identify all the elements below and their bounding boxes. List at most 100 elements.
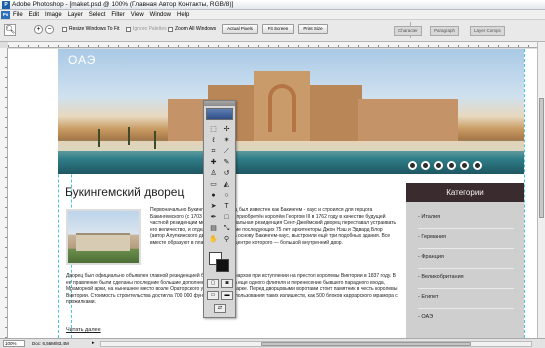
menu-items: File Edit Image Layer Select Filter View… <box>13 12 189 18</box>
history-brush-icon[interactable]: ↺ <box>220 168 233 179</box>
category-item[interactable]: - Италия <box>418 209 514 229</box>
slider-dots <box>408 161 482 170</box>
hotel-arch <box>268 84 296 132</box>
crop-tool-icon[interactable]: ⌗ <box>207 146 220 157</box>
category-item[interactable]: - ОАЭ <box>418 309 514 329</box>
menu-help[interactable]: Help <box>177 12 189 18</box>
menu-select[interactable]: Select <box>89 12 106 18</box>
brush-tool-icon[interactable]: ✎ <box>220 157 233 168</box>
horizontal-scrollbar[interactable] <box>100 341 532 347</box>
notes-tool-icon[interactable]: ▤ <box>207 223 220 234</box>
window-title: Adobe Photoshop - [maket.psd @ 100% (Гла… <box>12 1 234 8</box>
path-selection-icon[interactable]: ➤ <box>207 201 220 212</box>
zoom-all-windows-checkbox[interactable] <box>168 27 173 32</box>
category-item[interactable]: - Германия <box>418 229 514 249</box>
full-screen-icon[interactable]: ▬ <box>221 291 233 300</box>
vertical-ruler[interactable] <box>0 48 8 338</box>
dodge-tool-icon[interactable]: ○ <box>220 190 233 201</box>
pen-tool-icon[interactable]: ✒ <box>207 212 220 223</box>
standard-mode-icon[interactable]: ▢ <box>207 279 219 288</box>
fit-screen-button[interactable]: Fit Screen <box>262 24 294 34</box>
zoom-out-icon[interactable]: − <box>45 25 54 34</box>
paint-bucket-icon[interactable]: ◭ <box>220 179 233 190</box>
ps-logo-icon[interactable]: Ps <box>1 11 10 19</box>
palace-facade <box>76 233 130 251</box>
lasso-tool-icon[interactable]: ℓ <box>207 135 220 146</box>
tab-character[interactable]: Character <box>394 26 422 36</box>
resize-windows-label: Resize Windows To Fit <box>69 26 120 32</box>
category-list: - Италия - Германия - Франция - Великобр… <box>418 209 514 329</box>
eraser-tool-icon[interactable]: ▭ <box>207 179 220 190</box>
move-tool-icon[interactable]: ✢ <box>220 124 233 135</box>
tab-layer-comps[interactable]: Layer Comps <box>470 26 505 36</box>
eyedropper-icon[interactable]: ⤡ <box>220 223 233 234</box>
menu-edit[interactable]: Edit <box>29 12 39 18</box>
vertical-scroll-thumb[interactable] <box>539 98 544 218</box>
slider-dot[interactable] <box>447 161 456 170</box>
menu-layer[interactable]: Layer <box>68 12 83 18</box>
ignore-palettes-checkbox <box>126 27 131 32</box>
horizontal-ruler[interactable] <box>8 42 537 48</box>
slice-tool-icon[interactable]: ⟋ <box>220 146 233 157</box>
options-bar: 🔍︎ + − Resize Windows To Fit Ignore Pale… <box>0 20 545 42</box>
read-more-link[interactable]: Читать далее <box>66 327 101 333</box>
zoom-level-field[interactable]: 100% <box>3 340 25 347</box>
article-paragraph: Первоначально Букингемский дворец был из… <box>150 207 397 246</box>
guide-line[interactable] <box>524 49 525 338</box>
menu-filter[interactable]: Filter <box>111 12 124 18</box>
menu-file[interactable]: File <box>13 12 23 18</box>
menu-image[interactable]: Image <box>45 12 62 18</box>
category-item[interactable]: - Франция <box>418 249 514 269</box>
category-label: Египет <box>421 294 439 300</box>
adobe-feather-icon[interactable] <box>206 108 233 120</box>
marquee-tool-icon[interactable]: ⬚ <box>207 124 220 135</box>
resize-windows-checkbox[interactable] <box>62 27 67 32</box>
slider-dot[interactable] <box>421 161 430 170</box>
category-item[interactable]: - Египет <box>418 289 514 309</box>
category-item[interactable]: - Великобритания <box>418 269 514 289</box>
hand-tool-icon[interactable]: ✋ <box>207 234 220 245</box>
clone-stamp-icon[interactable]: ♙ <box>207 168 220 179</box>
type-tool-icon[interactable]: T <box>220 201 233 212</box>
photoshop-app-icon: P <box>2 1 10 9</box>
healing-brush-icon[interactable]: ✚ <box>207 157 220 168</box>
slider-dot[interactable] <box>473 161 482 170</box>
quick-mask-icon[interactable]: ◙ <box>221 279 233 288</box>
slider-dot[interactable] <box>408 161 417 170</box>
jump-to-imageready-icon[interactable]: ⇄ <box>214 304 226 313</box>
page-title: Букингемский дворец <box>65 185 185 199</box>
menu-view[interactable]: View <box>131 12 144 18</box>
status-bar: 100% Doc: 6,56M/83,4M ▸ <box>0 338 545 348</box>
menubar: Ps File Edit Image Layer Select Filter V… <box>0 10 545 20</box>
zoom-all-windows-label: Zoom All Windows <box>175 26 217 32</box>
slider-dot[interactable] <box>434 161 443 170</box>
vertical-scrollbar[interactable] <box>537 42 545 338</box>
palette-grip[interactable] <box>204 101 235 106</box>
category-label: Франция <box>421 254 444 260</box>
document-canvas[interactable]: ОАЭ Букингемский дворец Первоначально Бу… <box>8 49 537 338</box>
blur-tool-icon[interactable]: ● <box>207 190 220 201</box>
menu-window[interactable]: Window <box>150 12 171 18</box>
category-label: ОАЭ <box>421 314 434 320</box>
magic-wand-tool-icon[interactable]: ✶ <box>220 135 233 146</box>
actual-pixels-button[interactable]: Actual Pixels <box>222 24 258 34</box>
tab-paragraph[interactable]: Paragraph <box>430 26 460 36</box>
document-size[interactable]: Doc: 6,56M/83,4M <box>32 341 69 346</box>
background-color-swatch[interactable] <box>216 259 229 272</box>
tool-grid: ⬚ ✢ ℓ ✶ ⌗ ⟋ ✚ ✎ ♙ ↺ ▭ ◭ ● ○ ➤ T ✒ □ ▤ ⤡ … <box>207 124 233 245</box>
zoom-tool-icon[interactable]: 🔍︎ <box>4 24 16 36</box>
horizontal-scroll-thumb[interactable] <box>261 342 471 346</box>
slider-dot[interactable] <box>460 161 469 170</box>
document-workarea: ОАЭ Букингемский дворец Первоначально Бу… <box>0 42 545 338</box>
print-size-button[interactable]: Print Size <box>298 24 328 34</box>
screen-mode-icon[interactable]: ▭ <box>207 291 219 300</box>
palm-tree <box>128 127 130 145</box>
zoom-in-icon[interactable]: + <box>34 25 43 34</box>
shape-tool-icon[interactable]: □ <box>220 212 233 223</box>
status-menu-arrow-icon[interactable]: ▸ <box>92 340 95 346</box>
palm-tree <box>154 131 156 149</box>
ignore-palettes-label: Ignore Palettes <box>133 26 167 32</box>
window-titlebar: P Adobe Photoshop - [maket.psd @ 100% (Г… <box>0 0 545 10</box>
zoom-tool-icon[interactable]: ⚲ <box>220 234 233 245</box>
hotel-wing-right <box>358 99 458 143</box>
